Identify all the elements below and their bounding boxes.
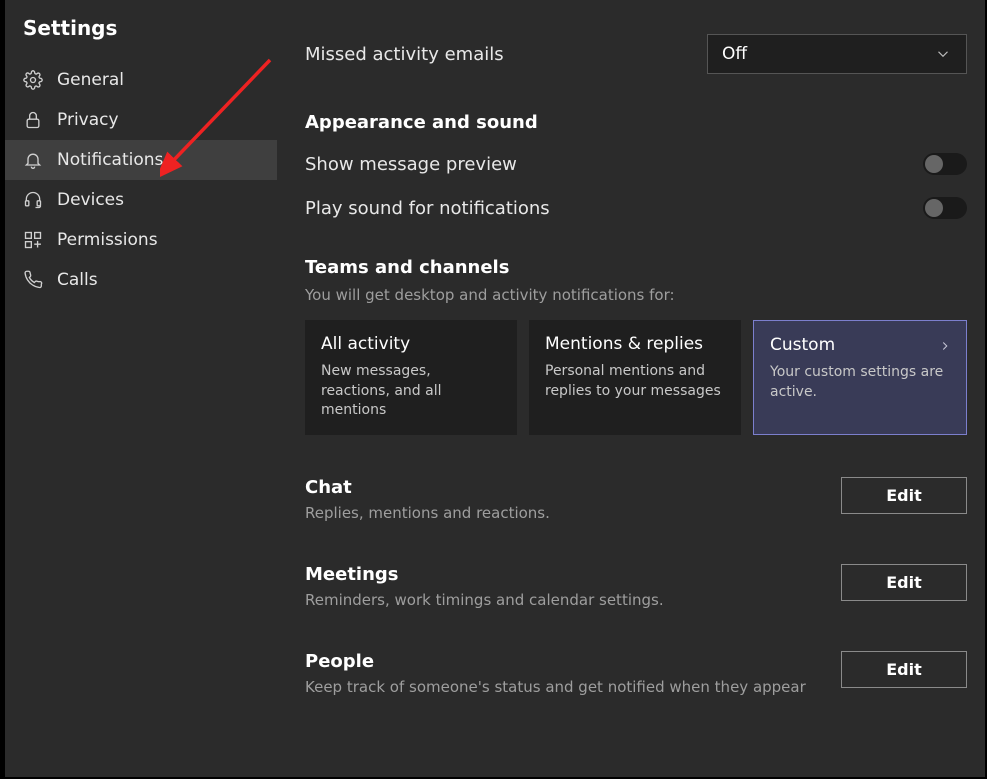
bell-icon (23, 150, 43, 170)
teams-subtitle: You will get desktop and activity notifi… (305, 286, 967, 304)
page-title: Settings (5, 10, 277, 60)
sidebar-item-label: Notifications (57, 150, 163, 170)
sidebar-item-notifications[interactable]: Notifications (5, 140, 277, 180)
meetings-edit-button[interactable]: Edit (841, 564, 967, 601)
sidebar-item-privacy[interactable]: Privacy (5, 100, 277, 140)
card-desc: New messages, reactions, and all mention… (321, 362, 501, 421)
sidebar-item-label: Permissions (57, 230, 158, 250)
chevron-down-icon (934, 45, 952, 63)
section-chat: Chat Replies, mentions and reactions. Ed… (305, 477, 967, 522)
card-title: Custom (770, 335, 950, 355)
sidebar-item-label: General (57, 70, 124, 90)
message-preview-toggle[interactable] (923, 153, 967, 175)
section-people-title: People (305, 651, 806, 672)
sidebar-item-label: Devices (57, 190, 124, 210)
missed-emails-label: Missed activity emails (305, 44, 504, 65)
grid-icon (23, 230, 43, 250)
sidebar-item-label: Calls (57, 270, 98, 290)
section-chat-title: Chat (305, 477, 550, 498)
dropdown-value: Off (722, 44, 747, 64)
play-sound-row: Play sound for notifications (305, 197, 967, 219)
people-edit-button[interactable]: Edit (841, 651, 967, 688)
card-title: All activity (321, 334, 501, 354)
teams-option-mentions-replies[interactable]: Mentions & replies Personal mentions and… (529, 320, 741, 435)
missed-emails-dropdown[interactable]: Off (707, 34, 967, 74)
section-meetings-desc: Reminders, work timings and calendar set… (305, 591, 664, 609)
card-title: Mentions & replies (545, 334, 725, 354)
teams-option-all-activity[interactable]: All activity New messages, reactions, an… (305, 320, 517, 435)
play-sound-label: Play sound for notifications (305, 198, 550, 219)
chat-edit-button[interactable]: Edit (841, 477, 967, 514)
teams-option-custom[interactable]: Custom Your custom settings are active. (753, 320, 967, 435)
settings-content: Missed activity emails Off Appearance an… (277, 0, 985, 777)
section-people: People Keep track of someone's status an… (305, 651, 967, 696)
play-sound-toggle[interactable] (923, 197, 967, 219)
missed-emails-row: Missed activity emails Off (305, 34, 967, 74)
section-meetings: Meetings Reminders, work timings and cal… (305, 564, 967, 609)
gear-icon (23, 70, 43, 90)
section-teams-title: Teams and channels (305, 257, 967, 278)
message-preview-label: Show message preview (305, 154, 517, 175)
section-appearance-title: Appearance and sound (305, 112, 967, 133)
sidebar-item-devices[interactable]: Devices (5, 180, 277, 220)
settings-sidebar: Settings General Privacy Notifications D… (5, 0, 277, 777)
section-meetings-title: Meetings (305, 564, 664, 585)
card-desc: Your custom settings are active. (770, 363, 950, 402)
sidebar-item-permissions[interactable]: Permissions (5, 220, 277, 260)
lock-icon (23, 110, 43, 130)
section-people-desc: Keep track of someone's status and get n… (305, 678, 806, 696)
sidebar-item-label: Privacy (57, 110, 119, 130)
sidebar-item-calls[interactable]: Calls (5, 260, 277, 300)
section-chat-desc: Replies, mentions and reactions. (305, 504, 550, 522)
sidebar-item-general[interactable]: General (5, 60, 277, 100)
phone-icon (23, 270, 43, 290)
headset-icon (23, 190, 43, 210)
card-desc: Personal mentions and replies to your me… (545, 362, 725, 401)
teams-options: All activity New messages, reactions, an… (305, 320, 967, 435)
chevron-right-icon (938, 339, 952, 353)
message-preview-row: Show message preview (305, 153, 967, 175)
